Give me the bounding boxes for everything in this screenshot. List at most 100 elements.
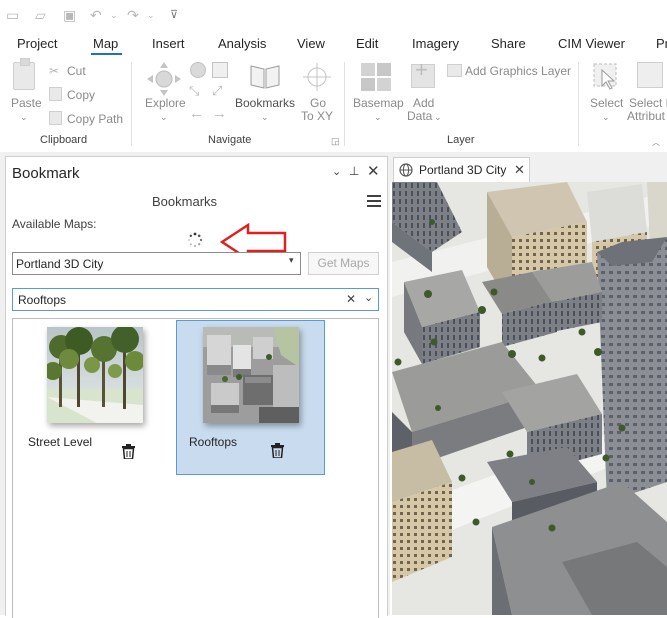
rooftops-thumbnail [203,327,299,423]
menu-icon[interactable] [367,195,381,207]
bookmarks-header: Bookmarks [152,194,218,209]
redo-dropdown-icon[interactable]: ⌄ [147,7,155,23]
ribbon-collapse-icon[interactable]: ︿ [652,137,660,148]
navigate-dialog-launcher-icon[interactable]: ◲ [331,136,340,147]
add-graphics-layer-button[interactable]: Add Graphics Layer [465,64,571,78]
goto-xy-button-line1[interactable]: Go [310,96,326,110]
paste-dropdown-icon[interactable]: ⌄ [20,112,28,123]
fixed-zoom-icon[interactable] [212,62,228,78]
zoom-in-fixed-icon[interactable]: ⤡ [189,83,199,99]
previous-extent-icon[interactable]: ← [189,105,204,122]
full-extent-icon[interactable] [190,62,206,78]
bookmark-gallery: Street Level Rooftops [12,318,379,618]
bookmarks-button[interactable]: Bookmarks [235,96,295,110]
new-project-icon[interactable]: ▭ [6,7,19,23]
customize-qat-icon[interactable]: ⊽ [170,7,178,23]
select-by-attributes-line1[interactable]: Select B [629,96,667,110]
bookmark-label: Street Level [28,435,93,449]
save-icon[interactable]: ▣ [63,7,76,23]
delete-bookmark-icon[interactable] [122,444,135,459]
undo-icon[interactable]: ↶ [90,7,102,23]
select-icon [593,63,617,90]
cut-icon: ✂ [49,64,60,78]
redo-icon[interactable]: ↷ [127,7,139,23]
pane-title: Bookmark [12,165,80,182]
paste-icon [13,62,35,90]
copy-path-button[interactable]: Copy Path [67,112,123,126]
select-dropdown-icon[interactable]: ⌄ [602,112,610,123]
navigate-group-label: Navigate [208,134,252,146]
basemap-dropdown-icon[interactable]: ⌄ [374,112,382,123]
explore-button[interactable]: Explore [145,96,186,110]
tab-map[interactable]: Map [93,36,118,51]
copy-button[interactable]: Copy [67,88,95,102]
bookmarks-dropdown-icon[interactable]: ⌄ [261,112,269,123]
available-maps-label: Available Maps: [12,217,97,231]
map-select[interactable]: Portland 3D City ▾ [12,252,301,275]
quick-access-toolbar: ▭ ▱ ▣ ↶ ⌄ ↷ ⌄ ⊽ [0,0,667,30]
globe-icon [399,163,413,177]
select-by-attributes-line2[interactable]: Attribut [627,109,665,123]
tab-portland-3d-city[interactable]: Portland 3D City ✕ [393,157,530,182]
tab-share[interactable]: Share [491,36,526,51]
zoom-out-fixed-icon[interactable]: ⤢ [212,83,222,99]
clipboard-group-label: Clipboard [40,134,88,146]
group-separator [344,62,345,146]
paste-button[interactable]: Paste [11,96,42,110]
tab-project[interactable]: Project [17,36,57,51]
bookmark-item-rooftops[interactable]: Rooftops [176,320,325,475]
map-select-dropdown-icon[interactable]: ▾ [289,255,294,266]
tab-cim-viewer[interactable]: CIM Viewer [558,36,625,51]
map-tab-bar: Portland 3D City ✕ [390,152,667,182]
basemap-button[interactable]: Basemap [353,96,404,110]
clear-filter-icon[interactable]: ✕ [346,292,356,306]
tab-view[interactable]: View [297,36,325,51]
copy-path-icon [49,111,62,125]
select-button[interactable]: Select [590,96,623,110]
tab-imagery[interactable]: Imagery [412,36,459,51]
goto-xy-button-line2[interactable]: To XY [301,109,333,123]
explore-dropdown-icon[interactable]: ⌄ [160,112,168,123]
select-by-attributes-icon [637,62,663,88]
map-view[interactable] [392,182,667,615]
bookmark-label: Rooftops [189,435,238,449]
bookmark-filter-input[interactable]: Rooftops ✕ ⌄ [12,288,379,311]
bookmark-item-street-level[interactable]: Street Level [14,320,174,475]
tab-edit[interactable]: Edit [356,36,378,51]
add-data-dropdown-icon[interactable]: ⌄ [434,112,442,123]
add-data-button-line1[interactable]: Add [413,96,434,110]
add-plus-icon: + [415,57,428,82]
pane-options-chevron-icon[interactable]: ⌄ [332,165,341,178]
filter-dropdown-icon[interactable]: ⌄ [364,291,373,304]
tab-analysis[interactable]: Analysis [218,36,266,51]
tab-insert[interactable]: Insert [152,36,185,51]
map-select-value: Portland 3D City [16,257,104,271]
cut-button[interactable]: Cut [67,64,86,78]
goto-xy-icon [303,63,331,91]
loading-spinner-icon [188,232,203,247]
pin-icon[interactable]: ⊥ [349,164,359,178]
undo-dropdown-icon[interactable]: ⌄ [110,7,118,23]
basemap-icon [361,63,391,91]
close-pane-icon[interactable]: ✕ [367,162,380,180]
graphics-layer-icon [447,64,462,77]
close-map-tab-icon[interactable]: ✕ [514,162,525,178]
next-extent-icon[interactable]: → [212,105,227,122]
tab-more[interactable]: Pr [656,36,667,51]
get-maps-button[interactable]: Get Maps [308,252,379,275]
street-level-thumbnail [47,327,143,423]
bookmark-pane: Bookmark ⌄ ⊥ ✕ Bookmarks Available Maps:… [5,156,388,618]
ribbon: Paste ⌄ ✂ Cut Copy Copy Path Clipboard E… [0,56,667,153]
copy-icon [49,87,62,101]
add-data-button-line2[interactable]: Data [407,109,432,123]
delete-bookmark-icon[interactable] [271,443,284,458]
active-tab-indicator [91,53,122,55]
layer-group-label: Layer [447,134,475,146]
explore-icon [147,62,181,96]
open-project-icon[interactable]: ▱ [35,7,46,23]
scene-view[interactable] [392,182,667,615]
paste-clip-icon [20,58,30,66]
group-separator [578,62,579,146]
bookmark-filter-value: Rooftops [18,293,67,307]
map-tab-title: Portland 3D City [419,163,507,177]
